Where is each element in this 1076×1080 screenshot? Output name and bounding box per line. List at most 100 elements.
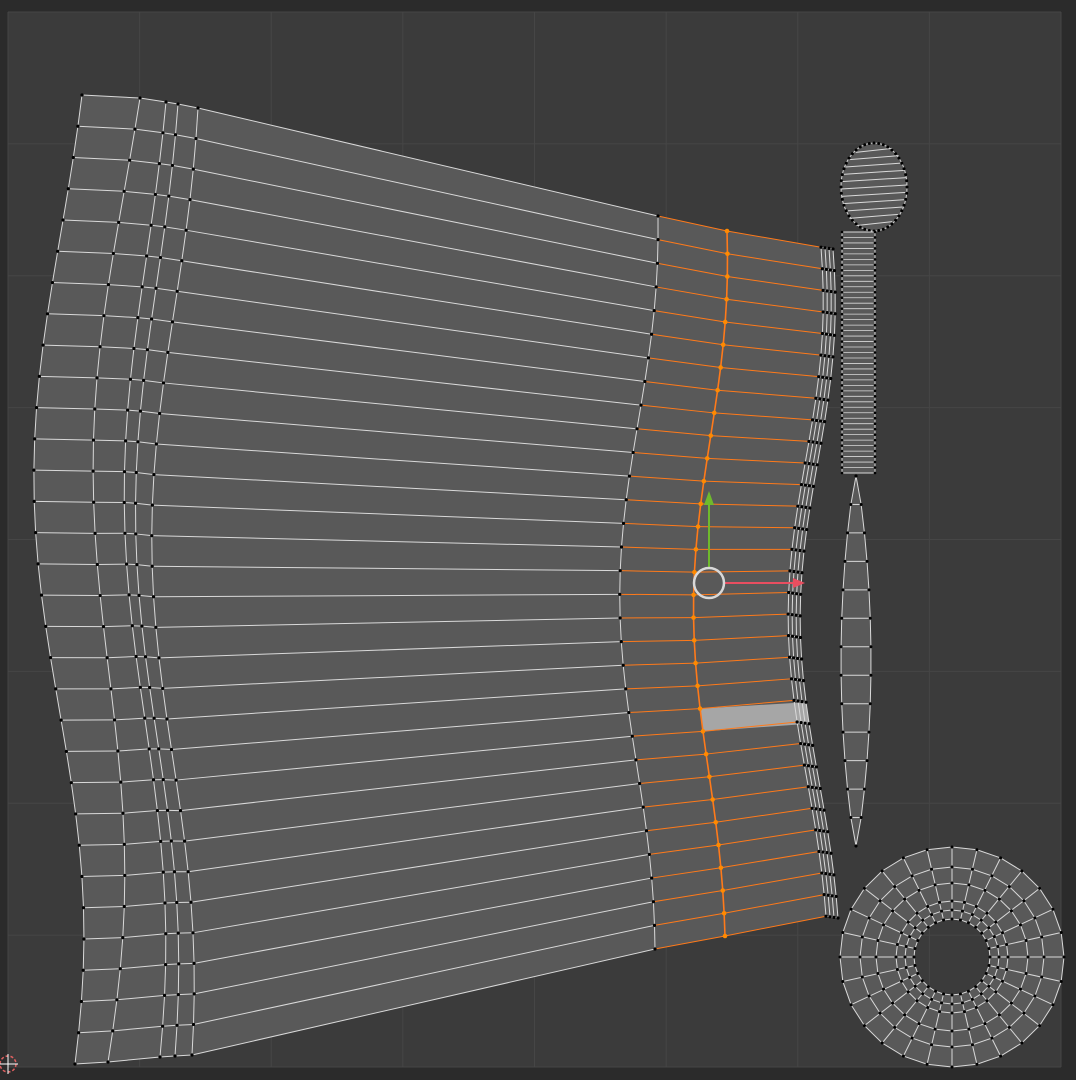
uv-vertex	[143, 716, 147, 720]
uv-vertex	[196, 106, 200, 110]
uv-vertex	[950, 845, 954, 849]
uv-vertex	[840, 318, 844, 321]
uv-vertex	[916, 971, 920, 975]
uv-vertex	[858, 145, 862, 149]
uv-vertex	[890, 222, 894, 226]
uv-vertex	[34, 405, 39, 410]
uv-vertex	[91, 438, 96, 442]
uv-vertex	[840, 241, 844, 245]
selected-vertex	[710, 797, 715, 802]
uv-vertex	[876, 971, 880, 975]
uv-vertex	[627, 474, 632, 478]
uv-vertex	[873, 433, 877, 436]
selected-vertex	[698, 501, 704, 507]
uv-vertex	[867, 141, 871, 145]
uv-vertex	[983, 1022, 987, 1026]
uv-vertex	[165, 717, 169, 721]
uv-vertex	[164, 962, 168, 967]
uv-vertex	[994, 920, 998, 924]
uv-vertex	[902, 167, 906, 171]
uv-vertex	[788, 655, 792, 659]
uv-vertex	[873, 318, 877, 321]
uv-vertex	[125, 562, 129, 566]
uv-vertex	[821, 288, 825, 292]
selected-vertex	[725, 274, 730, 279]
uv-vertex	[1009, 909, 1013, 913]
uv-vertex	[849, 502, 853, 506]
uv-vertex	[803, 742, 807, 746]
uv-vertex	[840, 252, 844, 256]
uv-vertex	[882, 987, 886, 991]
uv-vertex	[817, 849, 821, 854]
uv-vertex	[840, 258, 844, 261]
uv-vertex	[873, 269, 877, 272]
selected-vertex	[722, 933, 728, 939]
uv-vertex	[41, 343, 45, 347]
uv-vertex	[150, 503, 154, 507]
uv-vertex	[818, 807, 822, 812]
uv-vertex	[819, 353, 823, 357]
uv-vertex	[882, 923, 886, 927]
uv-vertex	[33, 437, 37, 441]
selected-vertex	[697, 706, 703, 711]
uv-vertex	[841, 979, 845, 983]
uv-vertex	[840, 416, 844, 420]
uv-vertex	[169, 839, 173, 843]
uv-vertex	[840, 702, 844, 706]
uv-vertex	[157, 656, 161, 660]
uv-vertex	[867, 730, 871, 734]
uv-vertex	[93, 407, 97, 411]
uv-vertex	[45, 312, 50, 316]
uv-vertex	[996, 945, 1000, 949]
body-island[interactable]	[32, 93, 840, 1066]
uv-vertex	[798, 635, 803, 640]
uv-vertex	[958, 918, 962, 922]
uv-vertex	[862, 886, 866, 890]
uv-vertex	[849, 816, 853, 820]
uv-vertex	[799, 482, 804, 487]
uv-vertex	[950, 1045, 954, 1049]
uv-editor-viewport[interactable]	[0, 0, 1076, 1080]
uv-vertex	[829, 311, 833, 315]
uv-vertex	[984, 939, 988, 943]
uv-vertex	[175, 1023, 179, 1027]
uv-vertex	[66, 187, 70, 191]
uv-vertex	[839, 185, 843, 189]
uv-vertex	[840, 367, 844, 371]
uv-vertex	[846, 787, 850, 791]
uv-vertex	[881, 227, 885, 231]
uv-vertex	[873, 400, 877, 404]
uv-vertex	[122, 500, 126, 505]
uv-vertex	[827, 246, 831, 250]
uv-vertex	[174, 778, 178, 782]
uv-vertex	[900, 161, 904, 165]
uv-vertex	[800, 699, 804, 704]
uv-vertex	[960, 909, 964, 913]
uv-vertex	[795, 720, 799, 724]
uv-vertex	[164, 932, 168, 936]
uv-vertex	[140, 285, 144, 289]
uv-vertex	[985, 911, 989, 915]
selected-vertex	[718, 365, 723, 370]
uv-vertex	[867, 916, 871, 920]
uv-vertex	[54, 687, 58, 691]
uv-vertex	[840, 356, 844, 360]
uv-vertex	[635, 427, 639, 431]
uv-vertex	[122, 842, 126, 846]
uv-vertex	[873, 334, 877, 338]
uv-vertex	[191, 167, 195, 171]
uv-canvas[interactable]	[0, 0, 1076, 1080]
uv-vertex	[32, 499, 36, 503]
uv-vertex	[150, 317, 154, 321]
uv-vertex	[793, 526, 797, 530]
uv-vertex	[1009, 1001, 1013, 1005]
uv-vertex	[950, 1029, 954, 1033]
uv-vertex	[980, 979, 984, 983]
uv-vertex	[161, 131, 165, 135]
uv-vertex	[823, 354, 827, 358]
uv-vertex	[811, 462, 815, 466]
uv-vertex	[926, 1005, 930, 1009]
strip-island[interactable]	[840, 230, 877, 475]
uv-vertex	[840, 307, 844, 310]
uv-vertex	[988, 955, 992, 959]
